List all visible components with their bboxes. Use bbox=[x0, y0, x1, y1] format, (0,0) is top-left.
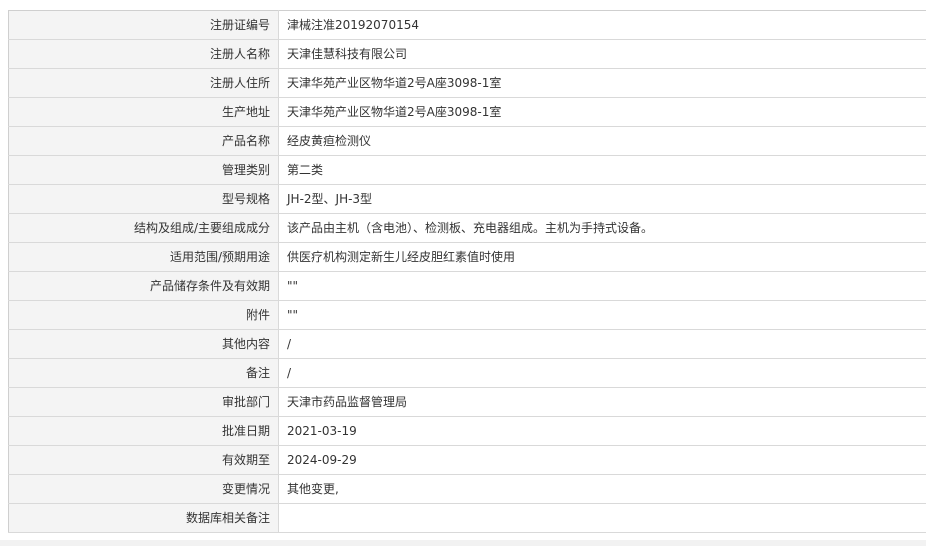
row-production-address: 生产地址 天津华苑产业区物华道2号A座3098-1室 bbox=[8, 97, 926, 127]
label-database-notes: 数据库相关备注 bbox=[8, 503, 279, 533]
row-model-spec: 型号规格 JH-2型、JH-3型 bbox=[8, 184, 926, 214]
row-change-status: 变更情况 其他变更, bbox=[8, 474, 926, 504]
value-approval-date: 2021-03-19 bbox=[278, 416, 926, 446]
row-approval-date: 批准日期 2021-03-19 bbox=[8, 416, 926, 446]
row-product-name: 产品名称 经皮黄疸检测仪 bbox=[8, 126, 926, 156]
registration-detail-panel: 注册证编号 津械注准20192070154 注册人名称 天津佳慧科技有限公司 注… bbox=[8, 10, 926, 533]
value-other-content: / bbox=[278, 329, 926, 359]
row-management-category: 管理类别 第二类 bbox=[8, 155, 926, 185]
page-bottom-band bbox=[0, 540, 926, 546]
value-storage-validity: "" bbox=[278, 271, 926, 301]
value-product-name: 经皮黄疸检测仪 bbox=[278, 126, 926, 156]
label-change-status: 变更情况 bbox=[8, 474, 279, 504]
label-remarks: 备注 bbox=[8, 358, 279, 388]
row-other-content: 其他内容 / bbox=[8, 329, 926, 359]
value-intended-use: 供医疗机构测定新生儿经皮胆红素值时使用 bbox=[278, 242, 926, 272]
value-change-status: 其他变更, bbox=[278, 474, 926, 504]
label-model-spec: 型号规格 bbox=[8, 184, 279, 214]
value-registrant-address: 天津华苑产业区物华道2号A座3098-1室 bbox=[278, 68, 926, 98]
label-management-category: 管理类别 bbox=[8, 155, 279, 185]
row-database-notes: 数据库相关备注 bbox=[8, 503, 926, 533]
value-valid-until: 2024-09-29 bbox=[278, 445, 926, 475]
row-registrant-address: 注册人住所 天津华苑产业区物华道2号A座3098-1室 bbox=[8, 68, 926, 98]
row-attachments: 附件 "" bbox=[8, 300, 926, 330]
row-storage-validity: 产品储存条件及有效期 "" bbox=[8, 271, 926, 301]
label-registrant-address: 注册人住所 bbox=[8, 68, 279, 98]
label-valid-until: 有效期至 bbox=[8, 445, 279, 475]
registration-detail-table: 注册证编号 津械注准20192070154 注册人名称 天津佳慧科技有限公司 注… bbox=[8, 10, 926, 533]
value-remarks: / bbox=[278, 358, 926, 388]
row-remarks: 备注 / bbox=[8, 358, 926, 388]
label-attachments: 附件 bbox=[8, 300, 279, 330]
value-database-notes bbox=[278, 503, 926, 533]
row-approval-department: 审批部门 天津市药品监督管理局 bbox=[8, 387, 926, 417]
label-storage-validity: 产品储存条件及有效期 bbox=[8, 271, 279, 301]
label-production-address: 生产地址 bbox=[8, 97, 279, 127]
label-other-content: 其他内容 bbox=[8, 329, 279, 359]
label-structure-composition: 结构及组成/主要组成成分 bbox=[8, 213, 279, 243]
value-approval-department: 天津市药品监督管理局 bbox=[278, 387, 926, 417]
value-management-category: 第二类 bbox=[278, 155, 926, 185]
label-approval-department: 审批部门 bbox=[8, 387, 279, 417]
value-attachments: "" bbox=[278, 300, 926, 330]
label-intended-use: 适用范围/预期用途 bbox=[8, 242, 279, 272]
row-registrant-name: 注册人名称 天津佳慧科技有限公司 bbox=[8, 39, 926, 69]
value-registration-number: 津械注准20192070154 bbox=[278, 10, 926, 40]
label-product-name: 产品名称 bbox=[8, 126, 279, 156]
label-registrant-name: 注册人名称 bbox=[8, 39, 279, 69]
row-structure-composition: 结构及组成/主要组成成分 该产品由主机（含电池）、检测板、充电器组成。主机为手持… bbox=[8, 213, 926, 243]
value-structure-composition: 该产品由主机（含电池）、检测板、充电器组成。主机为手持式设备。 bbox=[278, 213, 926, 243]
row-registration-number: 注册证编号 津械注准20192070154 bbox=[8, 10, 926, 40]
value-production-address: 天津华苑产业区物华道2号A座3098-1室 bbox=[278, 97, 926, 127]
label-registration-number: 注册证编号 bbox=[8, 10, 279, 40]
label-approval-date: 批准日期 bbox=[8, 416, 279, 446]
value-model-spec: JH-2型、JH-3型 bbox=[278, 184, 926, 214]
row-intended-use: 适用范围/预期用途 供医疗机构测定新生儿经皮胆红素值时使用 bbox=[8, 242, 926, 272]
row-valid-until: 有效期至 2024-09-29 bbox=[8, 445, 926, 475]
value-registrant-name: 天津佳慧科技有限公司 bbox=[278, 39, 926, 69]
